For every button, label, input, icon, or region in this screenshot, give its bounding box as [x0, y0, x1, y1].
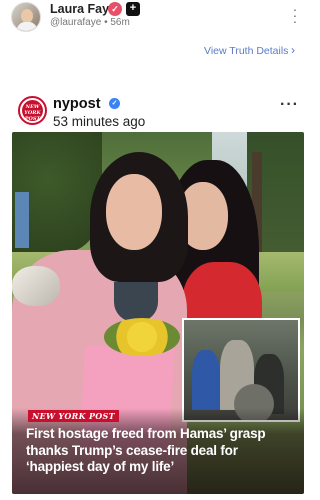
source-logo[interactable]: NEW YORK POST: [18, 96, 47, 125]
photo-inset: [182, 318, 300, 422]
plus-icon[interactable]: +: [126, 2, 140, 16]
source-name[interactable]: nypost: [53, 96, 101, 112]
photo-person-left-face: [106, 174, 162, 250]
post-time: 53 minutes ago: [53, 114, 146, 129]
inset-person: [192, 350, 220, 410]
photo-balloon: [12, 266, 60, 306]
photo-flowers: [104, 318, 180, 356]
post-photo[interactable]: NEW YORK POST First hostage freed from H…: [12, 132, 304, 494]
post-header: Laura Faye ✓ + @laurafaye • 56m · · ·: [0, 0, 316, 34]
headline[interactable]: First hostage freed from Hamas’ grasp th…: [26, 426, 298, 476]
chevron-right-icon[interactable]: ›: [291, 43, 295, 57]
avatar[interactable]: [11, 2, 41, 32]
source-logo-mark: NEW YORK POST: [22, 100, 43, 122]
verified-icon: ✓: [108, 2, 122, 16]
view-truth-details-link[interactable]: View Truth Details: [204, 45, 288, 57]
author-name[interactable]: Laura Faye: [50, 2, 116, 16]
card-more-options-icon[interactable]: ···: [280, 97, 299, 113]
link-card[interactable]: NEW YORK POST nypost ✓ 53 minutes ago ··…: [12, 90, 304, 494]
author-handle: @laurafaye • 56m: [50, 17, 130, 28]
avatar-face: [21, 9, 33, 23]
photo-pole: [15, 192, 29, 248]
blue-check-icon: ✓: [109, 98, 120, 109]
avatar-body: [17, 22, 37, 31]
more-options-icon[interactable]: · · ·: [290, 2, 300, 28]
photo-person-left-shirt: [114, 282, 158, 322]
publisher-tag: NEW YORK POST: [28, 410, 119, 422]
